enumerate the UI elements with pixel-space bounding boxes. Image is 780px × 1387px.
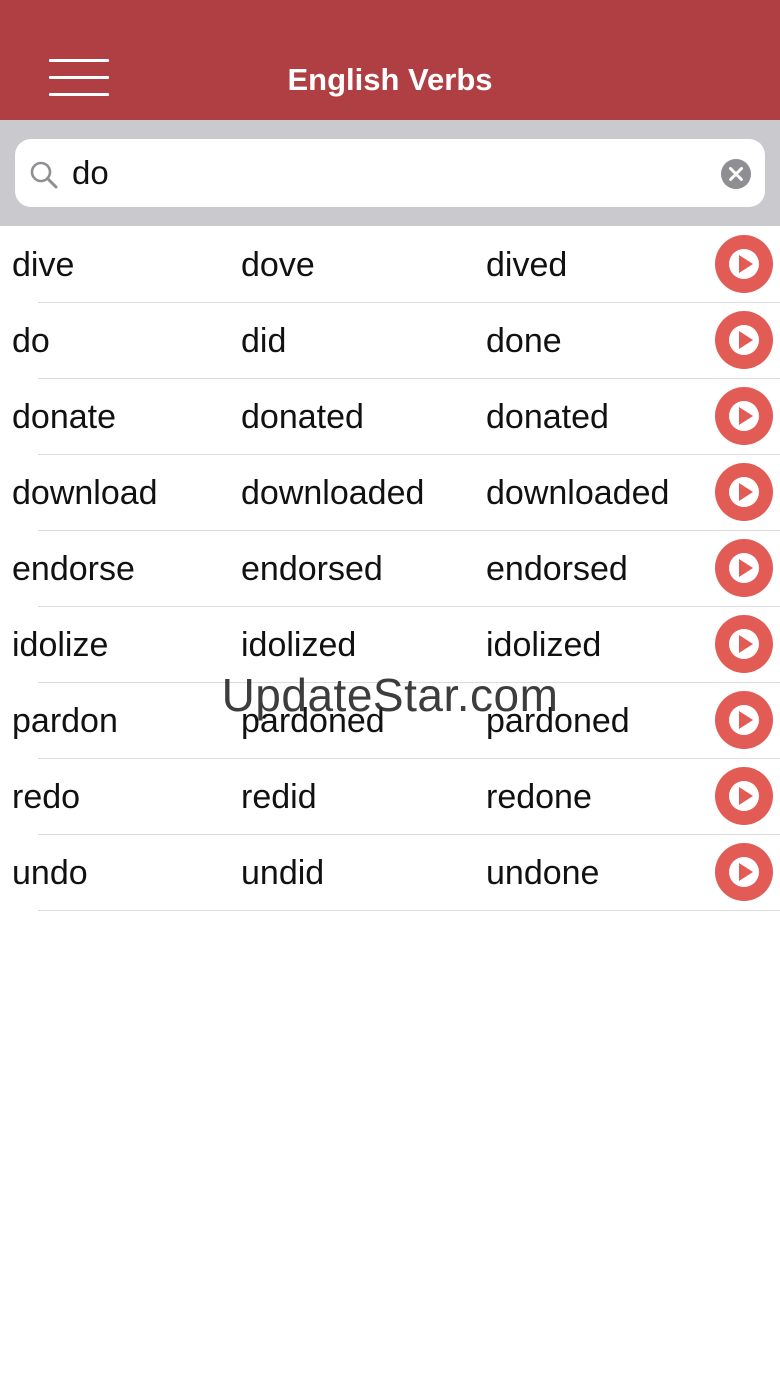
verb-past: downloaded: [241, 474, 425, 512]
verb-list: dive dove dived do did done donate donat…: [0, 227, 780, 1367]
verb-participle: done: [486, 322, 562, 360]
verb-base: dive: [12, 246, 75, 284]
play-icon[interactable]: [715, 311, 773, 369]
table-row[interactable]: redo redid redone: [0, 759, 780, 835]
table-row[interactable]: download downloaded downloaded: [0, 455, 780, 531]
empty-row: [0, 1063, 780, 1139]
verb-base: endorse: [12, 550, 135, 588]
verb-base: idolize: [12, 626, 109, 664]
play-icon[interactable]: [715, 615, 773, 673]
table-row[interactable]: undo undid undone: [0, 835, 780, 911]
verb-base: pardon: [12, 702, 118, 740]
verb-past: idolized: [241, 626, 357, 664]
play-icon[interactable]: [715, 767, 773, 825]
verb-base: download: [12, 474, 158, 512]
page-title: English Verbs: [287, 62, 493, 97]
verb-past: pardoned: [241, 702, 385, 740]
play-icon[interactable]: [715, 387, 773, 445]
table-row[interactable]: pardon pardoned pardoned: [0, 683, 780, 759]
verb-base: donate: [12, 398, 116, 436]
verb-participle: endorsed: [486, 550, 628, 588]
nav-bar: English Verbs: [0, 0, 780, 120]
verb-participle: dived: [486, 246, 568, 284]
table-row[interactable]: idolize idolized idolized: [0, 607, 780, 683]
verb-base: undo: [12, 854, 88, 892]
verb-base: redo: [12, 778, 81, 816]
search-icon: [30, 161, 58, 189]
search-input[interactable]: [72, 148, 702, 198]
verb-past: endorsed: [241, 550, 383, 588]
play-icon[interactable]: [715, 691, 773, 749]
verb-past: redid: [241, 778, 317, 816]
table-row[interactable]: do did done: [0, 303, 780, 379]
empty-row: [0, 911, 780, 987]
play-icon[interactable]: [715, 843, 773, 901]
verb-participle: pardoned: [486, 702, 630, 740]
verb-participle: redone: [486, 778, 592, 816]
table-row[interactable]: dive dove dived: [0, 227, 780, 303]
table-row[interactable]: endorse endorsed endorsed: [0, 531, 780, 607]
verb-past: donated: [241, 398, 364, 436]
verb-participle: undone: [486, 854, 600, 892]
empty-row: [0, 1215, 780, 1291]
play-icon[interactable]: [715, 539, 773, 597]
clear-icon[interactable]: [720, 158, 752, 190]
empty-row: [0, 1139, 780, 1215]
empty-row: [0, 1291, 780, 1367]
verb-participle: idolized: [486, 626, 602, 664]
table-row[interactable]: donate donated donated: [0, 379, 780, 455]
play-icon[interactable]: [715, 235, 773, 293]
verb-participle: donated: [486, 398, 609, 436]
verb-past: dove: [241, 246, 315, 284]
verb-past: did: [241, 322, 287, 360]
play-icon[interactable]: [715, 463, 773, 521]
verb-participle: downloaded: [486, 474, 670, 512]
verb-base: do: [12, 322, 50, 360]
empty-row: [0, 987, 780, 1063]
verb-past: undid: [241, 854, 325, 892]
